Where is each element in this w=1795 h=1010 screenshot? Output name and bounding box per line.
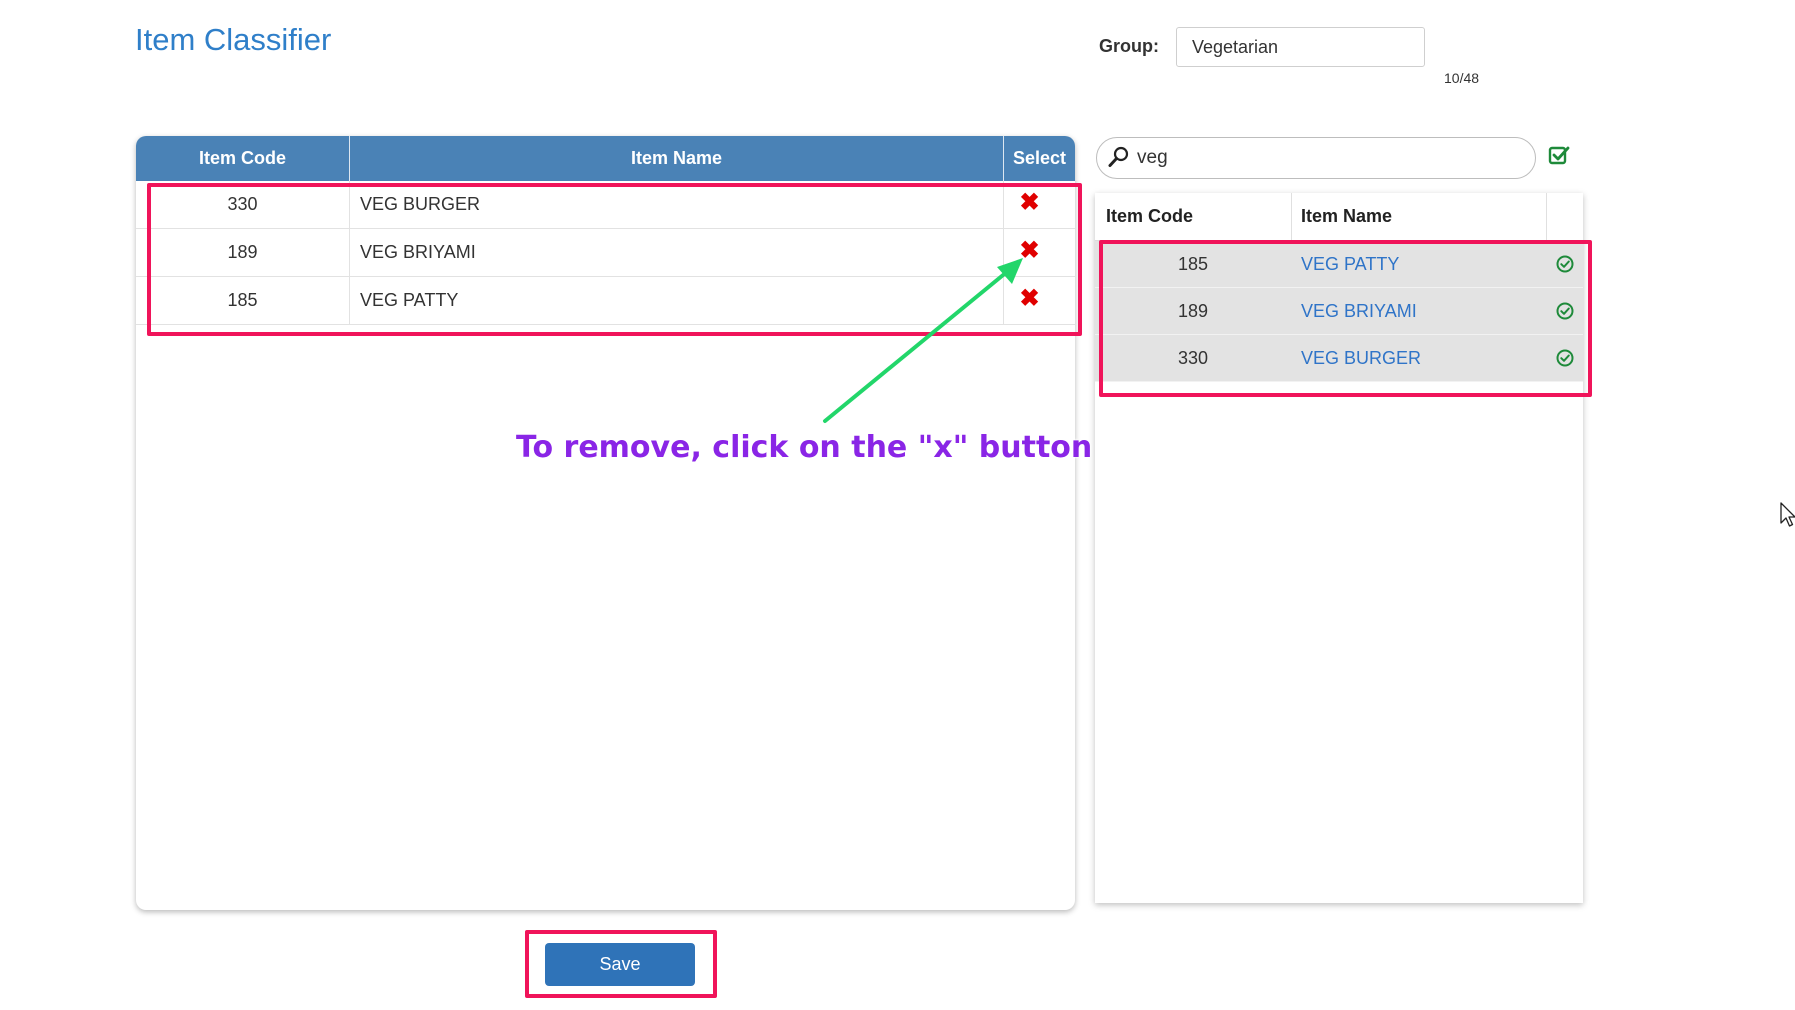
annotation-text: To remove, click on the "x" button: [516, 430, 1093, 465]
annotation-arrow: [823, 258, 1023, 423]
mouse-cursor-icon: [1780, 502, 1795, 527]
